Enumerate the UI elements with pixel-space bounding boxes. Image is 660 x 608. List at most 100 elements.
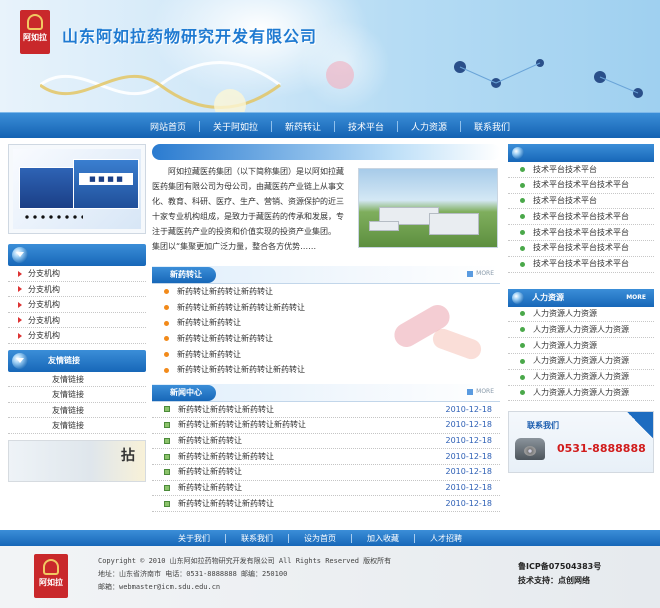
bullet-icon bbox=[520, 198, 525, 204]
branch-item[interactable]: 分支机构 bbox=[8, 266, 146, 282]
bullet-icon bbox=[164, 352, 169, 358]
branch-item[interactable]: 分支机构 bbox=[8, 313, 146, 328]
left-banner[interactable]: 拈 bbox=[8, 439, 146, 482]
nav-tech-platform[interactable]: 技术平台 bbox=[335, 120, 397, 133]
page: 阿如拉 山东阿如拉药物研究开发有限公司 网站首页 关于阿如拉 新药转让 技术平台… bbox=[0, 0, 660, 608]
logo[interactable]: 阿如拉 bbox=[20, 10, 50, 54]
news-item[interactable]: 新药转让新药转让新药转让 2010-12-18 bbox=[152, 402, 500, 418]
hr-more-link[interactable]: MORE bbox=[626, 294, 646, 301]
branch-item[interactable]: 分支机构 bbox=[8, 282, 146, 297]
friend-link[interactable]: 友情链接 bbox=[8, 418, 146, 434]
tech-item[interactable]: 技术平台技术平台技术平台 bbox=[508, 209, 654, 226]
hr-item[interactable]: 人力资源人力资源人力资源 bbox=[508, 386, 654, 402]
logo-emblem-icon bbox=[27, 14, 43, 30]
branch-item[interactable]: 分支机构 bbox=[8, 328, 146, 344]
news-icon bbox=[164, 484, 170, 491]
tech-support[interactable]: 技术支持：点创网络 bbox=[518, 574, 601, 588]
chevron-down-icon bbox=[12, 247, 28, 263]
bullet-icon bbox=[520, 166, 525, 172]
news-more-link[interactable]: MORE bbox=[467, 388, 494, 395]
bullet-icon bbox=[520, 245, 525, 251]
news-item[interactable]: 新药转让新药转让 2010-12-18 bbox=[152, 481, 500, 497]
bullet-icon bbox=[164, 336, 169, 342]
bullet-icon bbox=[164, 289, 169, 295]
footer-info: Copyright © 2010 山东阿如拉药物研究开发有限公司 All Rig… bbox=[98, 555, 391, 594]
transfer-item[interactable]: 新药转让新药转让新药转让 bbox=[152, 284, 500, 300]
tech-header bbox=[508, 144, 654, 162]
email[interactable]: 邮箱：webmaster@icm.sdu.edu.cn bbox=[98, 581, 391, 594]
news-item[interactable]: 新药转让新药转让新药转让 2010-12-18 bbox=[152, 449, 500, 465]
tech-item[interactable]: 技术平台技术平台技术平台 bbox=[508, 241, 654, 257]
friend-link[interactable]: 友情链接 bbox=[8, 403, 146, 418]
news-list: 新药转让新药转让新药转让 2010-12-18 新药转让新药转让新药转让新药转让 2… bbox=[152, 402, 500, 512]
tech-item[interactable]: 技术平台技术平台技术平台 bbox=[508, 257, 654, 273]
news-item[interactable]: 新药转让新药转让新药转让 2010-12-18 bbox=[152, 496, 500, 512]
hr-item[interactable]: 人力资源人力资源人力资源 bbox=[508, 354, 654, 370]
news-item[interactable]: 新药转让新药转让 2010-12-18 bbox=[152, 465, 500, 481]
chevron-down-icon bbox=[512, 291, 524, 304]
main-nav: 网站首页 关于阿如拉 新药转让 技术平台 人力资源 联系我们 bbox=[0, 112, 660, 138]
factory-photo bbox=[358, 168, 498, 248]
corner-decoration bbox=[627, 412, 653, 439]
transfer-more-link[interactable]: MORE bbox=[467, 270, 494, 277]
copyright: Copyright © 2010 山东阿如拉药物研究开发有限公司 All Rig… bbox=[98, 557, 392, 565]
tech-item[interactable]: 技术平台技术平台技术平台 bbox=[508, 225, 654, 241]
footer-contact[interactable]: 联系我们 bbox=[226, 533, 288, 544]
hr-item[interactable]: 人力资源人力资源人力资源 bbox=[508, 322, 654, 339]
friend-link[interactable]: 友情链接 bbox=[8, 387, 146, 403]
news-title: 新闻中心 bbox=[152, 384, 216, 401]
nav-home[interactable]: 网站首页 bbox=[137, 120, 199, 133]
news-date: 2010-12-18 bbox=[445, 436, 493, 445]
nav-hr[interactable]: 人力资源 bbox=[398, 120, 460, 133]
transfer-title: 新药转让 bbox=[152, 266, 216, 283]
transfer-header: 新药转让 MORE bbox=[152, 266, 500, 284]
footer-set-home[interactable]: 设为首页 bbox=[289, 533, 351, 544]
news-item[interactable]: 新药转让新药转让新药转让新药转让 2010-12-18 bbox=[152, 418, 500, 434]
tech-item[interactable]: 技术平台技术平台 bbox=[508, 162, 654, 178]
hr-title: 人力资源 bbox=[532, 293, 564, 303]
friends-list: 友情链接 友情链接 友情链接 友情链接 bbox=[8, 372, 146, 434]
footer-bookmark[interactable]: 加入收藏 bbox=[352, 533, 414, 544]
bullet-icon bbox=[164, 367, 169, 373]
news-icon bbox=[164, 500, 170, 507]
branch-header bbox=[8, 244, 146, 266]
hr-header: 人力资源 MORE bbox=[508, 288, 654, 307]
branch-item[interactable]: 分支机构 bbox=[8, 297, 146, 313]
bullet-icon bbox=[520, 311, 525, 317]
bullet-icon bbox=[520, 327, 525, 333]
friends-header: 友情链接 bbox=[8, 349, 146, 372]
contact-title: 联系我们 bbox=[527, 421, 559, 431]
hr-item[interactable]: 人力资源人力资源人力资源 bbox=[508, 370, 654, 386]
footer-nav: 关于我们 联系我们 设为首页 加入收藏 人才招聘 bbox=[0, 530, 660, 546]
more-icon bbox=[467, 388, 474, 395]
bullet-icon bbox=[520, 182, 525, 188]
news-date: 2010-12-18 bbox=[445, 420, 493, 430]
chevron-down-icon bbox=[12, 352, 28, 369]
hr-item[interactable]: 人力资源人力资源 bbox=[508, 338, 654, 354]
bullet-icon bbox=[18, 332, 22, 339]
main-content: 阿如拉藏医药集团（以下简称集团）是以阿如拉藏医药集团有限公司为母公司，由藏医药产… bbox=[152, 144, 500, 512]
intro-text-more[interactable]: 集团以“集聚更加广泛力量，整合各方优势…… bbox=[152, 242, 316, 251]
icp-number[interactable]: 鲁ICP备07504383号 bbox=[518, 560, 601, 574]
news-date: 2010-12-18 bbox=[445, 404, 493, 414]
product-showcase[interactable]: ■ ■ ■ ■ bbox=[8, 144, 146, 234]
intro-header-bar bbox=[152, 144, 500, 160]
tech-item[interactable]: 技术平台技术平台技术平台 bbox=[508, 178, 654, 194]
news-item[interactable]: 新药转让新药转让 2010-12-18 bbox=[152, 434, 500, 450]
tech-list: 技术平台技术平台 技术平台技术平台技术平台 技术平台技术平台 技术平台技术平台技… bbox=[508, 162, 654, 273]
hr-item[interactable]: 人力资源人力资源 bbox=[508, 307, 654, 323]
tech-item[interactable]: 技术平台技术平台 bbox=[508, 194, 654, 210]
news-icon bbox=[164, 422, 170, 429]
footer-about[interactable]: 关于我们 bbox=[163, 533, 225, 544]
news-date: 2010-12-18 bbox=[445, 451, 493, 461]
nav-contact[interactable]: 联系我们 bbox=[461, 120, 523, 133]
footer-jobs[interactable]: 人才招聘 bbox=[415, 533, 477, 544]
transfer-item[interactable]: 新药转让新药转让新药转让新药转让 bbox=[152, 362, 500, 378]
news-icon bbox=[164, 406, 170, 413]
nav-drug-transfer[interactable]: 新药转让 bbox=[272, 120, 334, 133]
bullet-icon bbox=[18, 317, 22, 323]
nav-about[interactable]: 关于阿如拉 bbox=[200, 120, 271, 133]
friend-link[interactable]: 友情链接 bbox=[8, 372, 146, 387]
bullet-icon bbox=[520, 343, 525, 349]
news-header: 新闻中心 MORE bbox=[152, 384, 500, 403]
